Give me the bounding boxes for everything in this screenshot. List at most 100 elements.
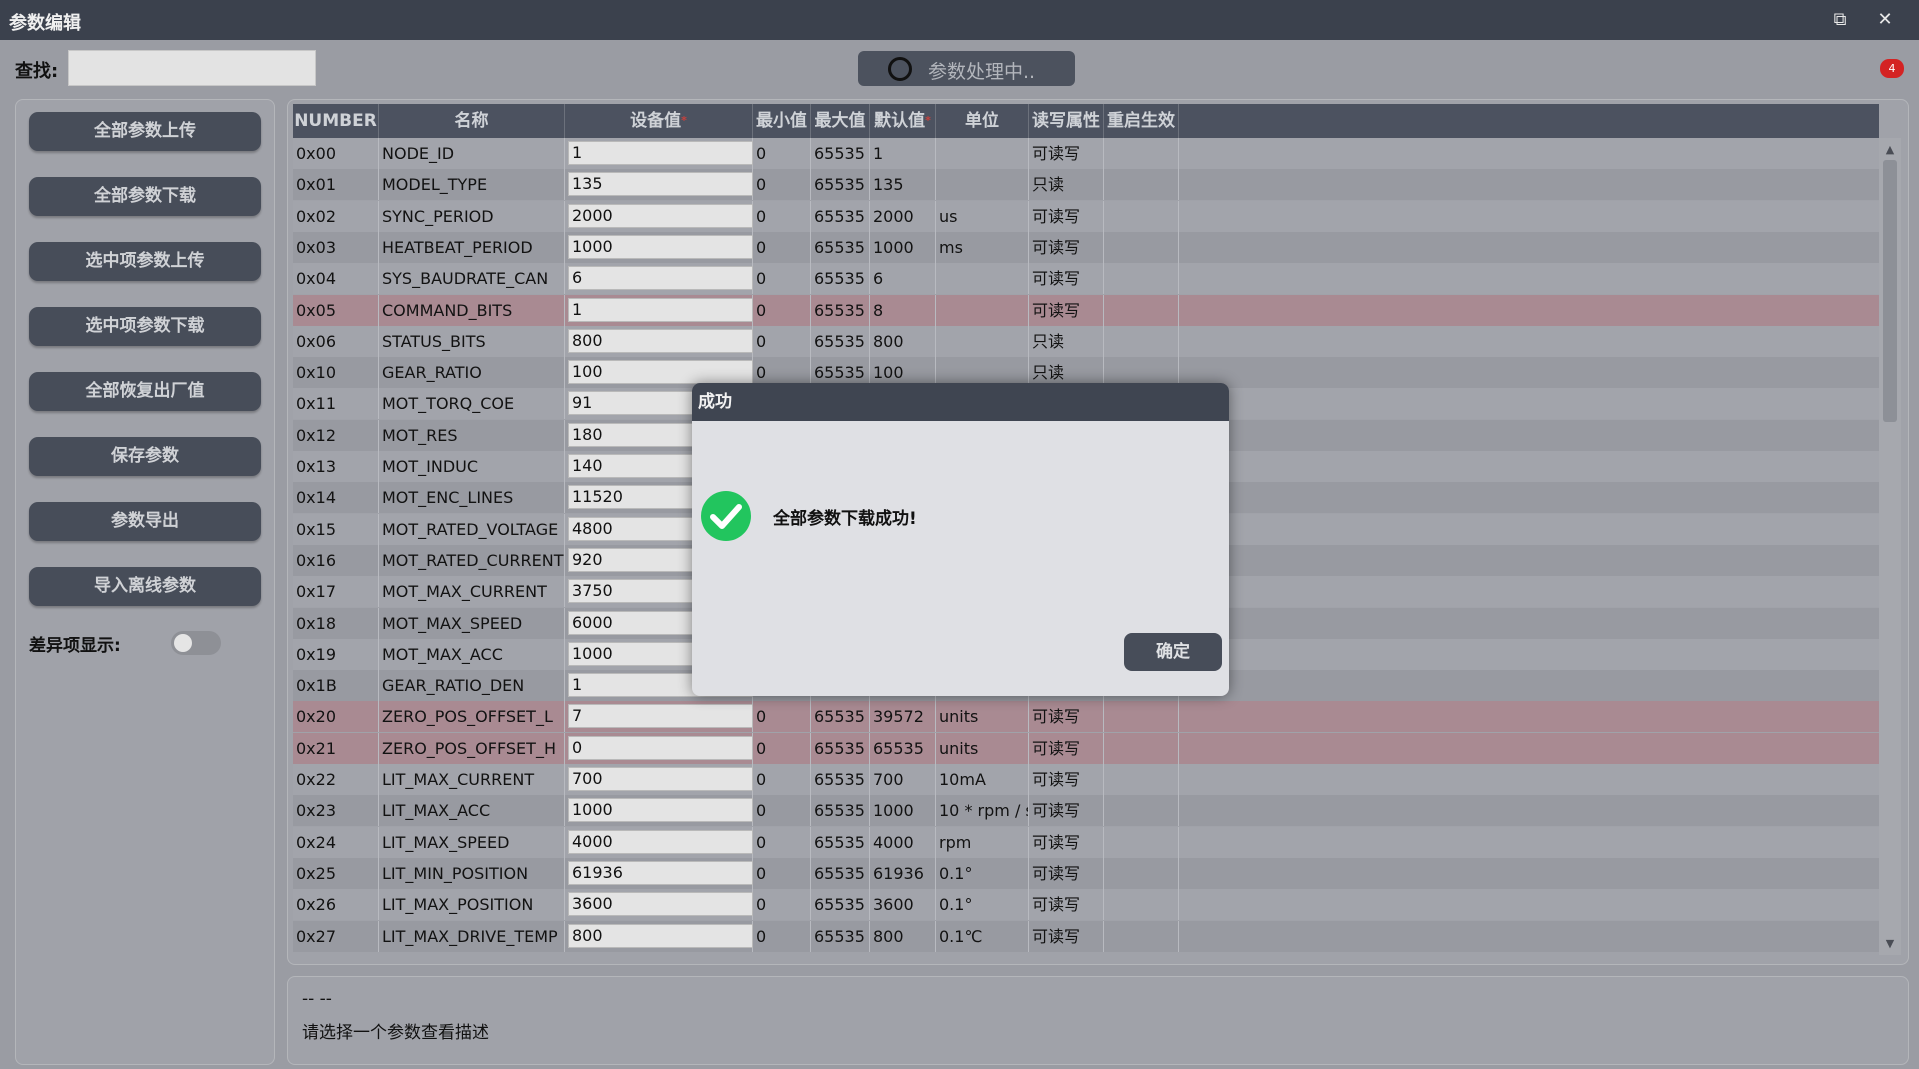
setting-value-input[interactable]: 4000 bbox=[568, 829, 753, 854]
setting-value-input[interactable]: 2000 bbox=[568, 203, 753, 228]
upload-selected-button[interactable]: 选中项参数上传 bbox=[29, 242, 261, 281]
cell-max: 65535 bbox=[811, 701, 870, 733]
diff-display-toggle[interactable] bbox=[171, 631, 221, 655]
cell-number: 0x05 bbox=[293, 294, 379, 326]
setting-value-input[interactable]: 7 bbox=[568, 704, 753, 729]
cell-number: 0x27 bbox=[293, 920, 379, 952]
table-row[interactable]: 0x22 LIT_MAX_CURRENT 0 65535 700 10mA 可读写 700 bbox=[293, 764, 1879, 795]
setting-value-input[interactable]: 135 bbox=[568, 172, 753, 197]
header-max[interactable]: 最大值 bbox=[811, 104, 870, 138]
cell-restart bbox=[1104, 263, 1179, 295]
cell-number: 0x14 bbox=[293, 482, 379, 514]
setting-value-input[interactable]: 800 bbox=[568, 328, 753, 353]
cell-number: 0x1B bbox=[293, 670, 379, 702]
table-row[interactable]: 0x04 SYS_BAUDRATE_CAN 0 65535 6 可读写 6 bbox=[293, 263, 1879, 295]
cell-min: 0 bbox=[753, 325, 811, 357]
export-params-button[interactable]: 参数导出 bbox=[29, 502, 261, 541]
search-input[interactable] bbox=[68, 50, 316, 86]
cell-number: 0x23 bbox=[293, 795, 379, 827]
cell-name: MOT_RATED_CURRENT bbox=[379, 544, 565, 576]
header-rw[interactable]: 读写属性 bbox=[1029, 104, 1104, 138]
header-number[interactable]: NUMBER bbox=[293, 104, 379, 138]
cell-number: 0x02 bbox=[293, 200, 379, 232]
setting-value-input[interactable]: 1 bbox=[568, 141, 753, 165]
download-selected-button[interactable]: 选中项参数下载 bbox=[29, 307, 261, 346]
setting-value-input[interactable]: 100 bbox=[568, 360, 753, 385]
setting-value-input[interactable]: 3600 bbox=[568, 892, 753, 917]
upload-all-button[interactable]: 全部参数上传 bbox=[29, 112, 261, 151]
scrollbar-thumb[interactable] bbox=[1883, 160, 1897, 422]
import-offline-button[interactable]: 导入离线参数 bbox=[29, 567, 261, 606]
cell-number: 0x21 bbox=[293, 732, 379, 764]
restore-factory-button[interactable]: 全部恢复出厂值 bbox=[29, 372, 261, 411]
cell-default: 135 bbox=[870, 169, 936, 201]
cell-min: 0 bbox=[753, 169, 811, 201]
table-row[interactable]: 0x00 NODE_ID 0 65535 1 可读写 1 bbox=[293, 138, 1879, 169]
cell-rw: 可读写 bbox=[1029, 231, 1104, 263]
table-row[interactable]: 0x23 LIT_MAX_ACC 0 65535 1000 10 * rpm / s 可读写… bbox=[293, 795, 1879, 827]
cell-number: 0x00 bbox=[293, 138, 379, 169]
setting-value-input[interactable]: 6 bbox=[568, 266, 753, 291]
cell-rw: 可读写 bbox=[1029, 857, 1104, 889]
table-row[interactable]: 0x25 LIT_MIN_POSITION 0 65535 61936 0.1° 可读写 61… bbox=[293, 857, 1879, 889]
cell-restart bbox=[1104, 920, 1179, 952]
cell-restart bbox=[1104, 200, 1179, 232]
cell-number: 0x06 bbox=[293, 325, 379, 357]
close-window-icon[interactable]: ✕ bbox=[1873, 8, 1897, 32]
cell-number: 0x03 bbox=[293, 231, 379, 263]
toolbar: 查找: 参数处理中.. 4 bbox=[0, 40, 1919, 96]
setting-value-input[interactable]: 61936 bbox=[568, 860, 753, 885]
download-all-button[interactable]: 全部参数下载 bbox=[29, 177, 261, 216]
table-row[interactable]: 0x24 LIT_MAX_SPEED 0 65535 4000 rpm 可读写 4000 bbox=[293, 826, 1879, 858]
table-row[interactable]: 0x06 STATUS_BITS 0 65535 800 只读 800 bbox=[293, 325, 1879, 357]
setting-value-input[interactable]: 0 bbox=[568, 735, 753, 760]
table-row[interactable]: 0x26 LIT_MAX_POSITION 0 65535 3600 0.1° 可读写 360… bbox=[293, 889, 1879, 921]
cell-name: HEATBEAT_PERIOD bbox=[379, 231, 565, 263]
title-bar: 参数编辑 ⧉ ✕ bbox=[0, 0, 1919, 40]
cell-number: 0x26 bbox=[293, 889, 379, 921]
ok-button[interactable]: 确定 bbox=[1124, 633, 1222, 671]
cell-default: 700 bbox=[870, 764, 936, 795]
table-row[interactable]: 0x20 ZERO_POS_OFFSET_L 0 65535 39572 units 可读写… bbox=[293, 701, 1879, 733]
cell-number: 0x25 bbox=[293, 857, 379, 889]
header-min[interactable]: 最小值 bbox=[753, 104, 811, 138]
cell-min: 0 bbox=[753, 889, 811, 921]
header-name[interactable]: 名称 bbox=[379, 104, 565, 138]
cell-min: 0 bbox=[753, 826, 811, 858]
cell-default: 4000 bbox=[870, 826, 936, 858]
cell-name: MODEL_TYPE bbox=[379, 169, 565, 201]
scroll-up-icon[interactable]: ▲ bbox=[1879, 143, 1901, 156]
setting-value-input[interactable]: 1 bbox=[568, 297, 753, 322]
cell-max: 65535 bbox=[811, 889, 870, 921]
cell-number: 0x04 bbox=[293, 263, 379, 295]
save-params-button[interactable]: 保存参数 bbox=[29, 437, 261, 476]
table-row[interactable]: 0x27 LIT_MAX_DRIVE_TEMP 0 65535 800 0.1℃ 可读写 80… bbox=[293, 920, 1879, 952]
table-row[interactable]: 0x05 COMMAND_BITS 0 65535 8 可读写 1 bbox=[293, 294, 1879, 326]
table-row[interactable]: 0x01 MODEL_TYPE 0 65535 135 只读 135 bbox=[293, 169, 1879, 201]
cell-rw: 可读写 bbox=[1029, 826, 1104, 858]
table-row[interactable]: 0x21 ZERO_POS_OFFSET_H 0 65535 65535 units 可读写… bbox=[293, 732, 1879, 764]
setting-value-input[interactable]: 1000 bbox=[568, 798, 753, 823]
header-restart[interactable]: 重启生效 bbox=[1104, 104, 1179, 138]
setting-value-input[interactable]: 800 bbox=[568, 923, 753, 948]
setting-value-input[interactable]: 1000 bbox=[568, 234, 753, 259]
cell-name: ZERO_POS_OFFSET_L bbox=[379, 701, 565, 733]
cell-max: 65535 bbox=[811, 826, 870, 858]
table-row[interactable]: 0x02 SYNC_PERIOD 0 65535 2000 us 可读写 2000 bbox=[293, 200, 1879, 232]
scroll-down-icon[interactable]: ▼ bbox=[1879, 937, 1901, 950]
cell-unit bbox=[936, 294, 1029, 326]
setting-value-input[interactable]: 700 bbox=[568, 767, 753, 791]
cell-default: 65535 bbox=[870, 732, 936, 764]
cell-name: MOT_ENC_LINES bbox=[379, 482, 565, 514]
table-row[interactable]: 0x03 HEATBEAT_PERIOD 0 65535 1000 ms 可读写 1000 bbox=[293, 231, 1879, 263]
notification-badge[interactable]: 4 bbox=[1880, 59, 1904, 78]
required-mark: * bbox=[925, 114, 931, 127]
cell-rw: 可读写 bbox=[1029, 795, 1104, 827]
header-unit[interactable]: 单位 bbox=[936, 104, 1029, 138]
header-setting[interactable]: 设备值* bbox=[565, 104, 753, 138]
header-default[interactable]: 默认值* bbox=[870, 104, 936, 138]
cell-max: 65535 bbox=[811, 169, 870, 201]
restore-window-icon[interactable]: ⧉ bbox=[1828, 8, 1852, 32]
table-scrollbar[interactable]: ▲ ▼ bbox=[1879, 138, 1901, 955]
cell-name: MOT_TORQ_COE bbox=[379, 388, 565, 420]
